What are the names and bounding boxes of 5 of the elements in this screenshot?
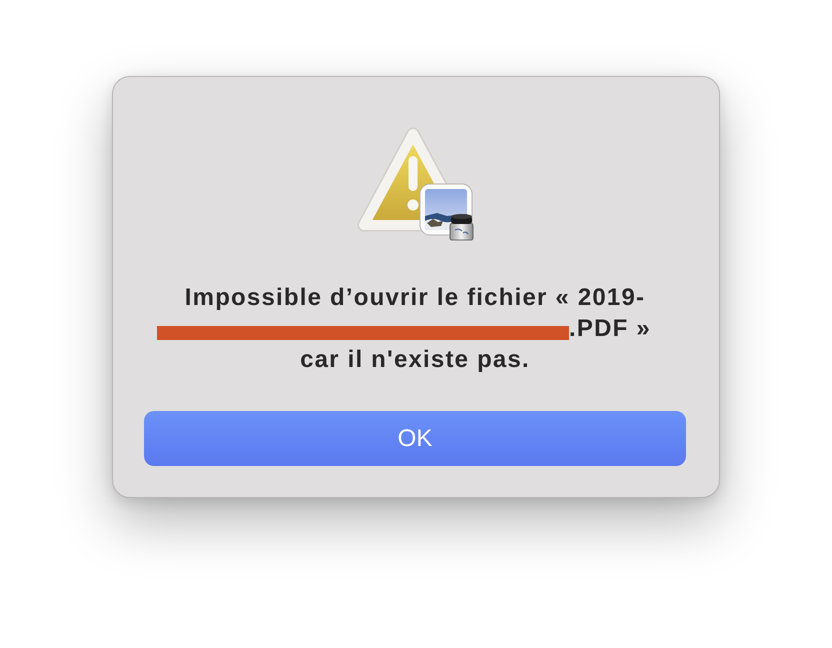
message-text: car il n'existe pas. xyxy=(300,345,530,375)
message-text: .PDF » xyxy=(569,314,651,344)
message-text: Impossible d’ouvrir le fichier « 2019- xyxy=(184,283,646,313)
ok-button[interactable]: OK xyxy=(144,411,686,466)
photo-badge-icon xyxy=(419,183,475,241)
